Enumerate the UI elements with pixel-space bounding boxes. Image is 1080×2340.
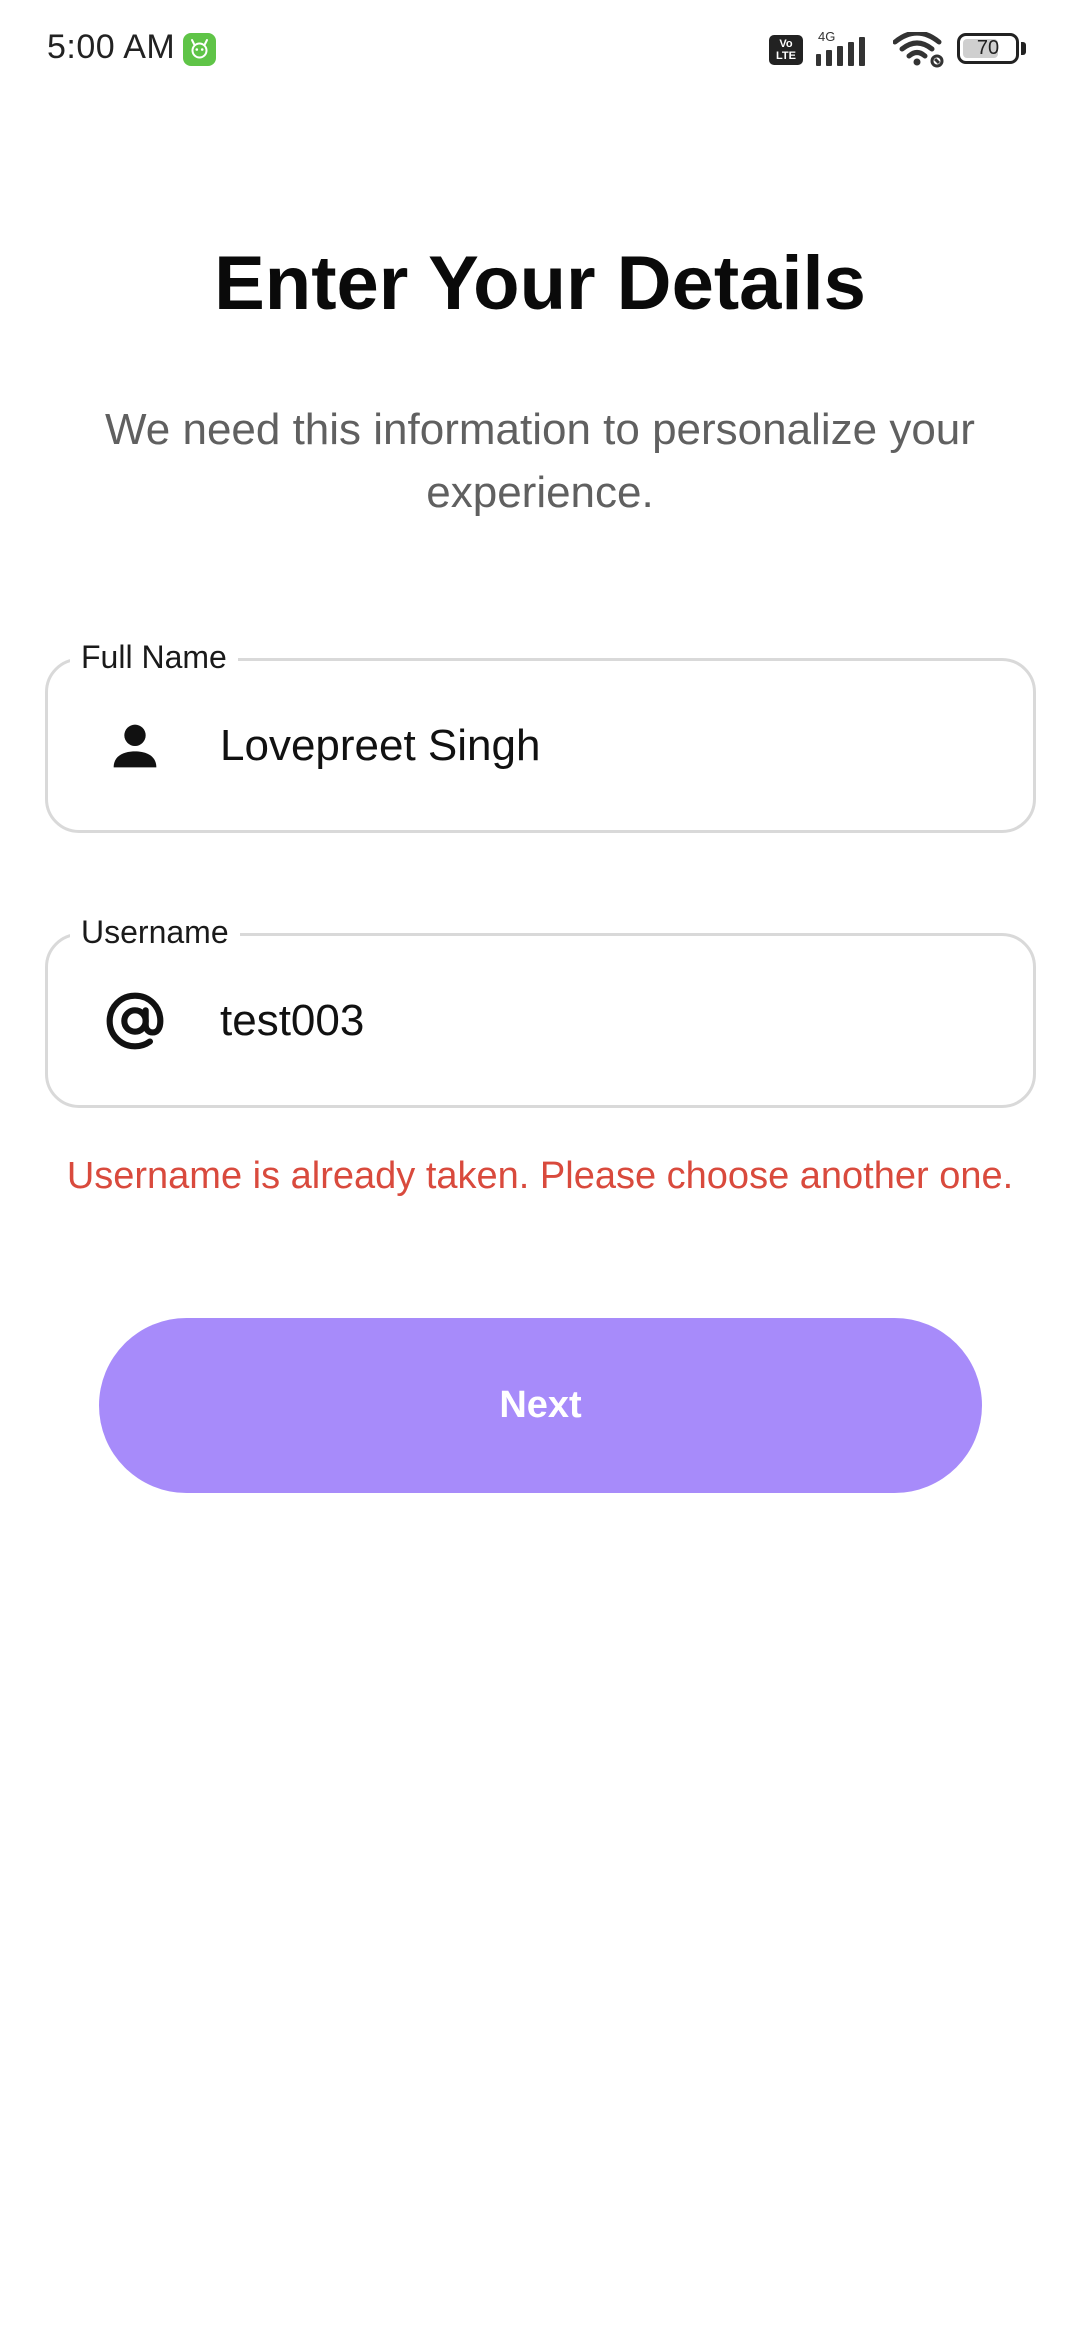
at-sign-icon <box>106 992 164 1049</box>
volte-icon: Vo LTE <box>769 35 803 65</box>
battery-cap <box>1021 42 1026 55</box>
full-name-label: Full Name <box>70 637 238 677</box>
app-notification-icon <box>183 33 216 66</box>
person-icon <box>113 724 157 767</box>
status-bar: 5:00 AM Vo LTE 4G 70 <box>0 0 1080 100</box>
wifi-icon <box>893 32 944 68</box>
username-input[interactable] <box>220 995 1000 1046</box>
username-label: Username <box>70 912 240 952</box>
username-error-message: Username is already taken. Please choose… <box>66 1155 1014 1197</box>
battery-icon: 70 <box>957 33 1019 64</box>
next-button[interactable]: Next <box>99 1318 982 1493</box>
full-name-field[interactable]: Full Name <box>45 637 1036 833</box>
status-time: 5:00 AM <box>47 28 176 66</box>
signal-icon <box>816 37 865 66</box>
page-title: Enter Your Details <box>214 241 866 326</box>
full-name-input[interactable] <box>220 720 1000 771</box>
battery-level: 70 <box>976 37 1000 59</box>
page-subtitle: We need this information to personalize … <box>105 405 975 517</box>
username-field[interactable]: Username <box>45 912 1036 1108</box>
